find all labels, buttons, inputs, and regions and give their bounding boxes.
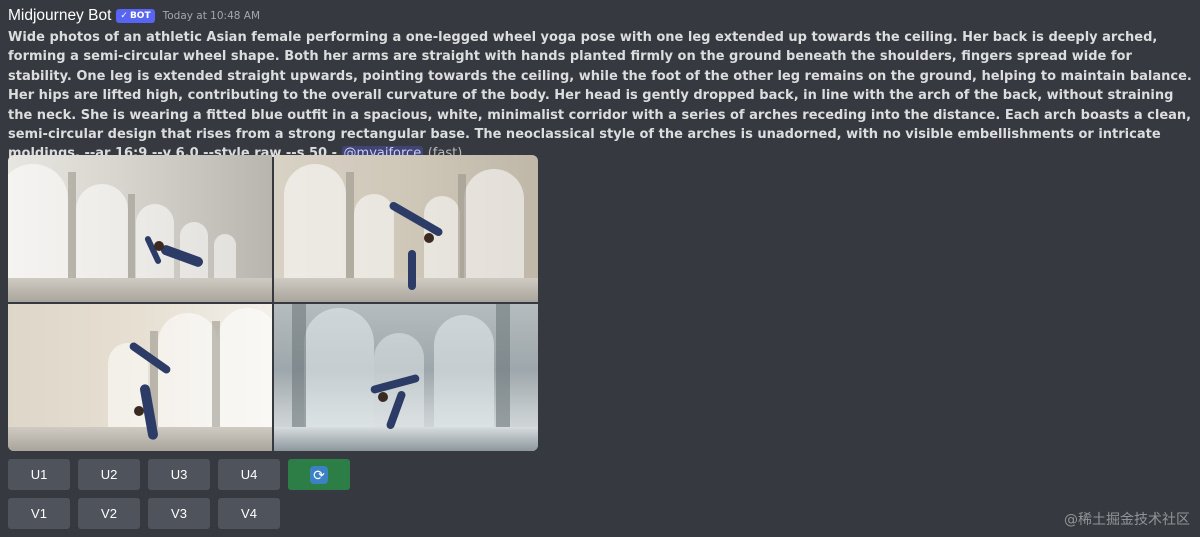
variation-1-button[interactable]: V1 — [8, 498, 70, 529]
upscale-2-button[interactable]: U2 — [78, 459, 140, 490]
generated-image-3[interactable] — [8, 304, 272, 451]
variation-2-button[interactable]: V2 — [78, 498, 140, 529]
bot-badge-label: BOT — [129, 11, 151, 21]
message-header: Midjourney Bot ✓ BOT Today at 10:48 AM — [8, 6, 1192, 26]
generated-image-4[interactable] — [274, 304, 538, 451]
variation-row: V1 V2 V3 V4 — [8, 498, 350, 529]
action-buttons: U1 U2 U3 U4 ⟳ V1 V2 V3 V4 — [8, 459, 350, 537]
author-name[interactable]: Midjourney Bot — [8, 7, 111, 25]
bot-badge: ✓ BOT — [116, 9, 155, 23]
verified-check-icon: ✓ — [120, 11, 128, 21]
refresh-icon: ⟳ — [310, 465, 328, 484]
reroll-button[interactable]: ⟳ — [288, 459, 350, 490]
generated-image-1[interactable] — [8, 155, 272, 302]
upscale-row: U1 U2 U3 U4 ⟳ — [8, 459, 350, 490]
message-timestamp: Today at 10:48 AM — [162, 10, 261, 22]
variation-4-button[interactable]: V4 — [218, 498, 280, 529]
generated-image-2[interactable] — [274, 155, 538, 302]
watermark: @稀土掘金技术社区 — [1064, 512, 1190, 528]
prompt-text: Wide photos of an athletic Asian female … — [8, 28, 1192, 164]
chat-message: Midjourney Bot ✓ BOT Today at 10:48 AM W… — [8, 6, 1192, 164]
variation-3-button[interactable]: V3 — [148, 498, 210, 529]
upscale-1-button[interactable]: U1 — [8, 459, 70, 490]
upscale-4-button[interactable]: U4 — [218, 459, 280, 490]
prompt-body: Wide photos of an athletic Asian female … — [8, 30, 1192, 162]
upscale-3-button[interactable]: U3 — [148, 459, 210, 490]
image-grid[interactable] — [8, 155, 538, 451]
